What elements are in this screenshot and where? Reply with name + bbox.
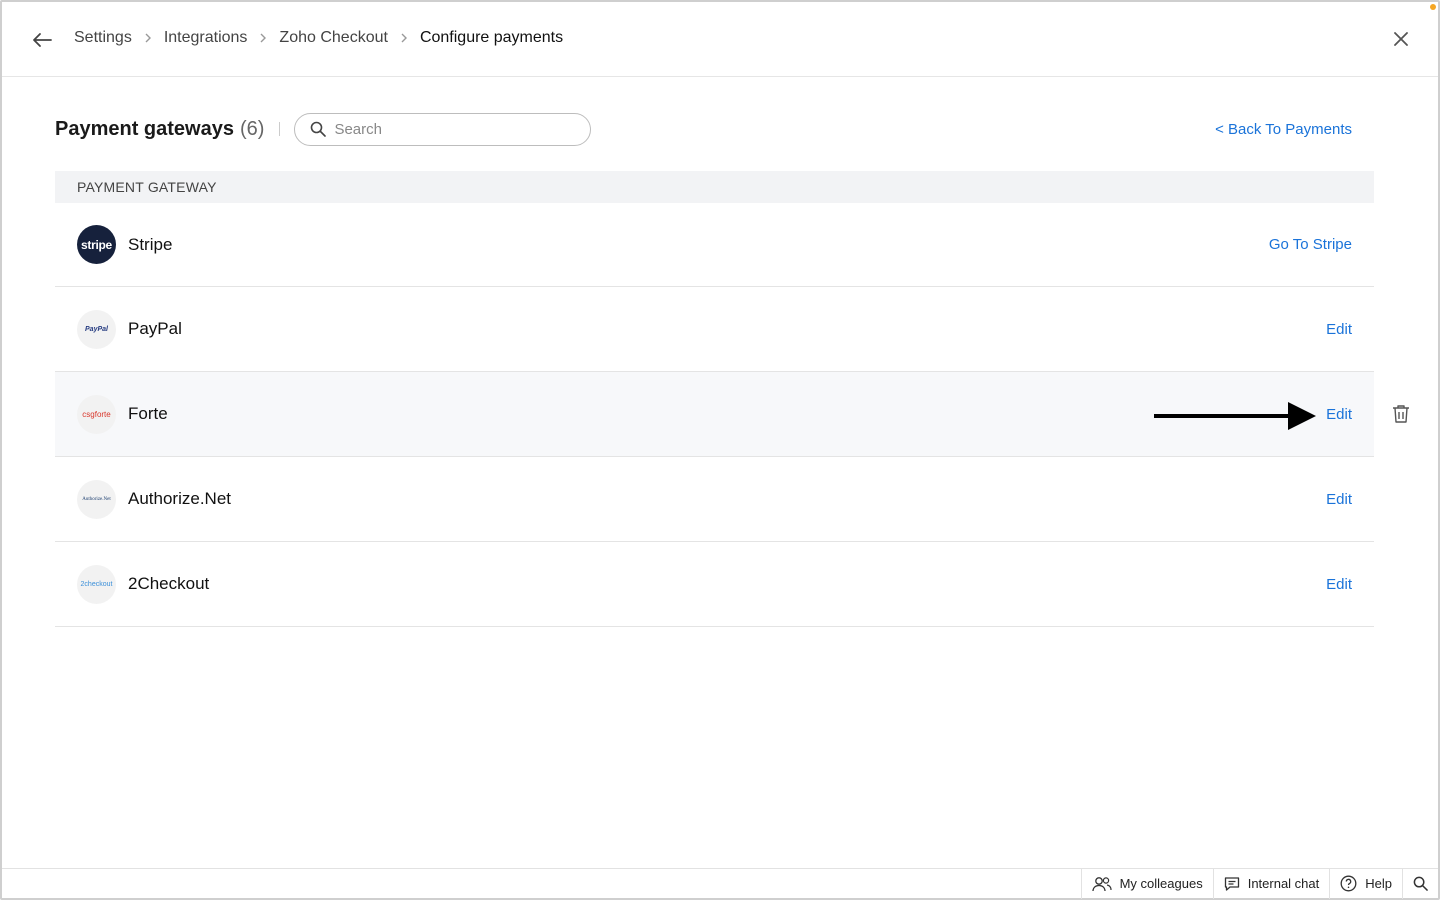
pointer-arrow-icon: [1154, 402, 1316, 430]
forte-logo-icon: csgforte: [77, 394, 116, 434]
gateway-count: (6): [239, 117, 265, 140]
chevron-right-icon: [259, 32, 267, 44]
gateway-name: 2Checkout: [128, 574, 210, 593]
breadcrumb-settings[interactable]: Settings: [74, 29, 132, 47]
breadcrumb: Settings Integrations Zoho Checkout Conf…: [74, 29, 563, 47]
people-icon: [1091, 876, 1112, 891]
search-box[interactable]: [294, 112, 592, 146]
gateway-name: Stripe: [128, 234, 173, 254]
global-search-button[interactable]: [1402, 868, 1438, 899]
back-to-payments-link[interactable]: < Back To Payments: [1215, 121, 1352, 138]
back-arrow-icon[interactable]: [30, 28, 54, 52]
column-header-payment-gateway: PAYMENT GATEWAY: [77, 179, 217, 195]
gateway-name: Authorize.Net: [128, 489, 231, 508]
help-label: Help: [1365, 876, 1392, 891]
breadcrumb-configure-payments: Configure payments: [419, 29, 564, 46]
edit-forte-link[interactable]: Edit: [1326, 406, 1352, 423]
authorize-net-logo-icon: Authorize.Net: [77, 479, 116, 519]
trash-icon[interactable]: [1392, 404, 1410, 424]
title-divider: [279, 122, 281, 136]
chat-icon: [1224, 876, 1239, 891]
bottom-bar: My colleagues Internal chat Help: [2, 868, 1438, 899]
my-colleagues-button[interactable]: My colleagues: [1080, 868, 1213, 899]
gateway-name: Forte: [128, 404, 168, 423]
forte-logo-text: csgforte: [82, 409, 111, 419]
stripe-logo-icon: stripe: [77, 225, 116, 264]
stripe-logo-text: stripe: [81, 237, 112, 252]
breadcrumb-zoho-checkout[interactable]: Zoho Checkout: [279, 29, 388, 47]
internal-chat-button[interactable]: Internal chat: [1212, 868, 1330, 899]
internal-chat-label: Internal chat: [1247, 876, 1320, 891]
help-icon: [1340, 875, 1357, 892]
2checkout-logo-icon: 2checkout: [77, 564, 116, 604]
top-bar: Settings Integrations Zoho Checkout Conf…: [2, 2, 1438, 77]
search-input[interactable]: [334, 120, 565, 138]
edit-paypal-link[interactable]: Edit: [1326, 321, 1352, 338]
breadcrumb-integrations[interactable]: Integrations: [164, 29, 248, 47]
gateway-table: PAYMENT GATEWAY stripe Stripe Go To Stri…: [55, 171, 1374, 627]
title-row: Payment gateways (6) < Back To Payments: [55, 112, 1352, 146]
gateway-name: PayPal: [128, 319, 182, 338]
paypal-logo-text: PayPal: [85, 325, 108, 333]
table-row-paypal: PayPal PayPal Edit: [55, 287, 1374, 372]
table-row-stripe: stripe Stripe Go To Stripe: [55, 203, 1374, 287]
table-row-2checkout: 2checkout 2Checkout Edit: [55, 542, 1374, 627]
close-icon[interactable]: [1390, 28, 1412, 50]
chevron-right-icon: [144, 32, 152, 44]
edit-authorize-net-link[interactable]: Edit: [1326, 491, 1352, 508]
chevron-right-icon: [400, 32, 408, 44]
authorize-net-logo-text: Authorize.Net: [82, 496, 111, 502]
table-row-forte: csgforte Forte Edit: [55, 372, 1374, 457]
edit-2checkout-link[interactable]: Edit: [1326, 576, 1352, 593]
table-row-authorize-net: Authorize.Net Authorize.Net Edit: [55, 457, 1374, 542]
go-to-stripe-link[interactable]: Go To Stripe: [1269, 236, 1352, 253]
help-button[interactable]: Help: [1329, 868, 1402, 899]
table-header: PAYMENT GATEWAY: [55, 171, 1374, 203]
page-title: Payment gateways: [55, 117, 234, 140]
2checkout-logo-text: 2checkout: [80, 580, 113, 588]
search-icon: [311, 121, 327, 137]
search-icon: [1413, 876, 1428, 891]
my-colleagues-label: My colleagues: [1119, 876, 1203, 891]
paypal-logo-icon: PayPal: [77, 309, 116, 349]
